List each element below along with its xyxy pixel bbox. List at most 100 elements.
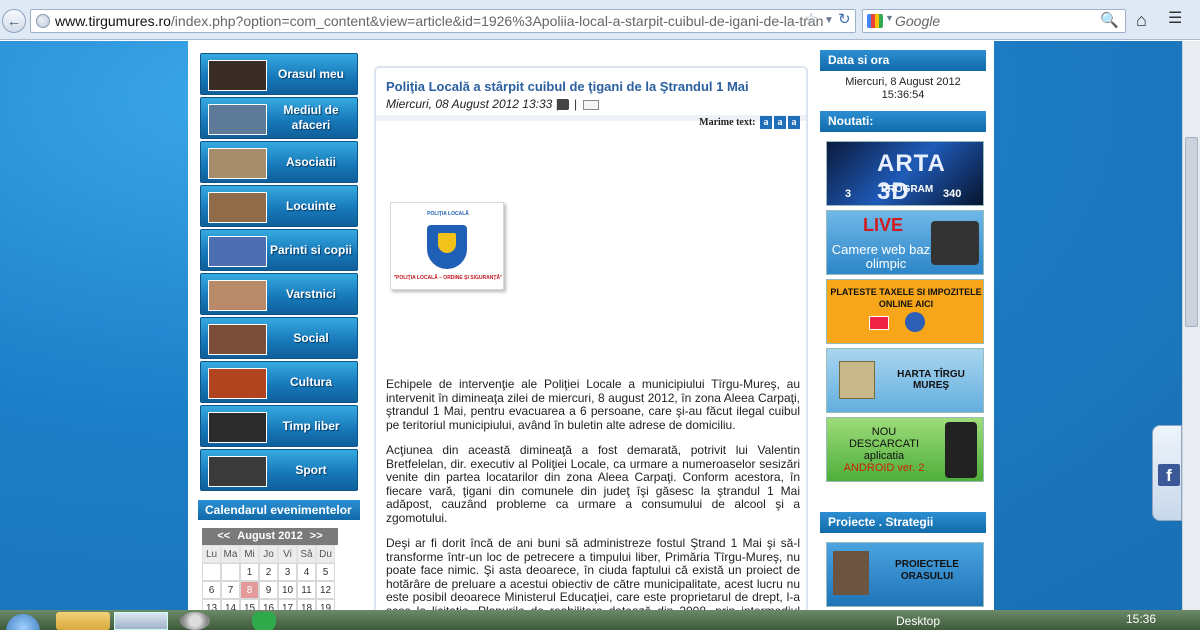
sidebar-item[interactable]: Timp liber bbox=[200, 405, 358, 447]
sidebar-item[interactable]: Orasul meu bbox=[200, 53, 358, 95]
bookmark-star-icon[interactable]: ☆ bbox=[804, 9, 818, 31]
webcam-text: Camere web bazin olimpic bbox=[831, 242, 941, 271]
calendar-day[interactable]: 7 bbox=[221, 581, 240, 599]
calendar-day bbox=[221, 563, 240, 581]
url-host: www.tirgumures.ro bbox=[55, 13, 171, 29]
arta-num-right: 340 bbox=[943, 188, 962, 200]
back-button[interactable]: ← bbox=[2, 9, 26, 33]
police-logo-image: POLIŢIA LOCALĂ "POLIŢIA LOCALĂ – ORDINE … bbox=[390, 202, 504, 290]
online-taxes-banner[interactable]: PLATESTE TAXELE SI IMPOZITELE ONLINE AIC… bbox=[826, 279, 984, 344]
calendar-next-link[interactable]: >> bbox=[310, 530, 323, 542]
text-size-reset-button[interactable]: a bbox=[774, 116, 786, 129]
calendar-day[interactable]: 1 bbox=[240, 563, 259, 581]
sidebar-thumbnail bbox=[208, 60, 267, 91]
scrollbar-thumb[interactable] bbox=[1185, 137, 1198, 327]
browser-app-icon[interactable] bbox=[114, 612, 168, 630]
address-bar[interactable]: www.tirgumures.ro/index.php?option=com_c… bbox=[30, 9, 856, 33]
calendar-weekday: Du bbox=[316, 545, 335, 563]
sidebar-item[interactable]: Locuinte bbox=[200, 185, 358, 227]
phone-icon bbox=[945, 422, 977, 478]
folder-icon[interactable] bbox=[56, 612, 110, 630]
sidebar-item-label: Parinti si copii bbox=[269, 242, 353, 257]
calendar-day[interactable]: 8 bbox=[240, 581, 259, 599]
page-scrollbar[interactable] bbox=[1182, 41, 1200, 610]
calendar-header: << August 2012 >> bbox=[202, 528, 338, 545]
live-label: LIVE bbox=[863, 215, 904, 235]
arta-sub: PROGRAM bbox=[881, 184, 934, 195]
arta-num-left: 3 bbox=[845, 188, 852, 200]
arta-3d-banner[interactable]: ARTA 3D PROGRAM 3 340 bbox=[826, 141, 984, 206]
calendar-day[interactable]: 10 bbox=[278, 581, 297, 599]
sidebar-item-label: Locuinte bbox=[286, 198, 336, 213]
sidebar-item[interactable]: Cultura bbox=[200, 361, 358, 403]
start-button[interactable] bbox=[6, 614, 40, 630]
clock[interactable]: 15:36 bbox=[1126, 612, 1156, 626]
article-paragraph: Acţiunea din această dimineaţă a fost de… bbox=[386, 443, 800, 525]
date-line: Miercuri, 8 August 2012 bbox=[845, 76, 961, 88]
camera-icon bbox=[931, 221, 979, 265]
history-dropdown-icon[interactable]: ▼ bbox=[824, 9, 834, 33]
sidebar-item[interactable]: Social bbox=[200, 317, 358, 359]
media-player-icon[interactable] bbox=[180, 612, 210, 630]
meta-separator: | bbox=[574, 97, 578, 111]
google-icon[interactable] bbox=[867, 14, 883, 28]
calendar-month-label: August 2012 bbox=[237, 530, 303, 542]
sidebar-item[interactable]: Asociatii bbox=[200, 141, 358, 183]
text-size-label: Marime text: bbox=[699, 117, 756, 128]
calendar-weekday: Mi bbox=[240, 545, 259, 563]
calendar-day[interactable]: 4 bbox=[297, 563, 316, 581]
search-icon[interactable]: 🔍 bbox=[1100, 11, 1119, 29]
search-box[interactable]: ▼ Google 🔍 bbox=[862, 9, 1126, 33]
calendar-day[interactable]: 6 bbox=[202, 581, 221, 599]
email-icon[interactable] bbox=[583, 100, 599, 110]
map-text: HARTA TÎRGU MUREŞ bbox=[897, 369, 965, 391]
calendar-prev-link[interactable]: << bbox=[217, 530, 230, 542]
sidebar-item[interactable]: Mediul de afaceri bbox=[200, 97, 358, 139]
sidebar-item[interactable]: Parinti si copii bbox=[200, 229, 358, 271]
crest-icon bbox=[438, 233, 456, 253]
sidebar-thumbnail bbox=[208, 236, 267, 267]
article-title[interactable]: Poliţia Locală a stârpit cuibul de ţigan… bbox=[386, 79, 749, 94]
menu-icon[interactable]: ☰ bbox=[1168, 8, 1182, 28]
facebook-tab[interactable]: f bbox=[1152, 425, 1182, 521]
calendar-day[interactable]: 12 bbox=[316, 581, 335, 599]
url-path: /index.php?option=com_content&view=artic… bbox=[170, 13, 824, 29]
logo-top-text: POLIŢIA LOCALĂ bbox=[427, 211, 469, 217]
calendar-day[interactable]: 11 bbox=[297, 581, 316, 599]
news-title: Noutati: bbox=[820, 111, 986, 132]
android-app-banner[interactable]: NOU DESCARCATI aplicatia ANDROID ver. 2 bbox=[826, 417, 984, 482]
sidebar-item-label: Mediul de afaceri bbox=[283, 103, 339, 132]
engine-dropdown-icon[interactable]: ▼ bbox=[885, 13, 894, 23]
reload-icon[interactable]: ↻ bbox=[838, 9, 851, 31]
text-size-increase-button[interactable]: a bbox=[760, 116, 772, 129]
calendar-title: Calendarul evenimentelor bbox=[198, 500, 360, 520]
article-panel: Poliţia Locală a stârpit cuibul de ţigan… bbox=[374, 66, 808, 630]
date-time-display: Miercuri, 8 August 2012 15:36:54 bbox=[820, 76, 986, 102]
sidebar-thumbnail bbox=[208, 412, 267, 443]
text-size-controls: Marime text: aaa bbox=[699, 116, 800, 129]
calendar-day[interactable]: 9 bbox=[259, 581, 278, 599]
print-icon[interactable] bbox=[557, 99, 569, 110]
projects-title: Proiecte . Strategii bbox=[820, 512, 986, 533]
logo-motto: "POLIŢIA LOCALĂ – ORDINE ŞI SIGURANŢĂ" bbox=[393, 275, 503, 281]
sidebar-item[interactable]: Sport bbox=[200, 449, 358, 491]
desktop-label[interactable]: Desktop bbox=[896, 614, 940, 628]
home-icon[interactable]: ⌂ bbox=[1136, 10, 1147, 31]
sidebar-item[interactable]: Varstnici bbox=[200, 273, 358, 315]
app-line-download: DESCARCATI bbox=[848, 438, 920, 450]
app-line-new: NOU bbox=[871, 426, 897, 438]
sidebar-thumbnail bbox=[208, 456, 267, 487]
calendar-day[interactable]: 2 bbox=[259, 563, 278, 581]
sidebar-thumbnail bbox=[208, 324, 267, 355]
projects-banner[interactable]: PROIECTELE ORASULUI bbox=[826, 542, 984, 607]
text-size-decrease-button[interactable]: a bbox=[788, 116, 800, 129]
calendar-day[interactable]: 3 bbox=[278, 563, 297, 581]
time-line: 15:36:54 bbox=[881, 89, 925, 101]
green-app-icon[interactable] bbox=[244, 612, 284, 630]
sidebar-thumbnail bbox=[208, 280, 267, 311]
calendar-day[interactable]: 5 bbox=[316, 563, 335, 581]
article-body: Echipele de intervenţie ale Poliţiei Loc… bbox=[386, 377, 800, 630]
city-map-banner[interactable]: HARTA TÎRGU MUREŞ bbox=[826, 348, 984, 413]
live-webcam-banner[interactable]: LIVE Camere web bazin olimpic bbox=[826, 210, 984, 275]
calendar-weekday: Lu bbox=[202, 545, 221, 563]
